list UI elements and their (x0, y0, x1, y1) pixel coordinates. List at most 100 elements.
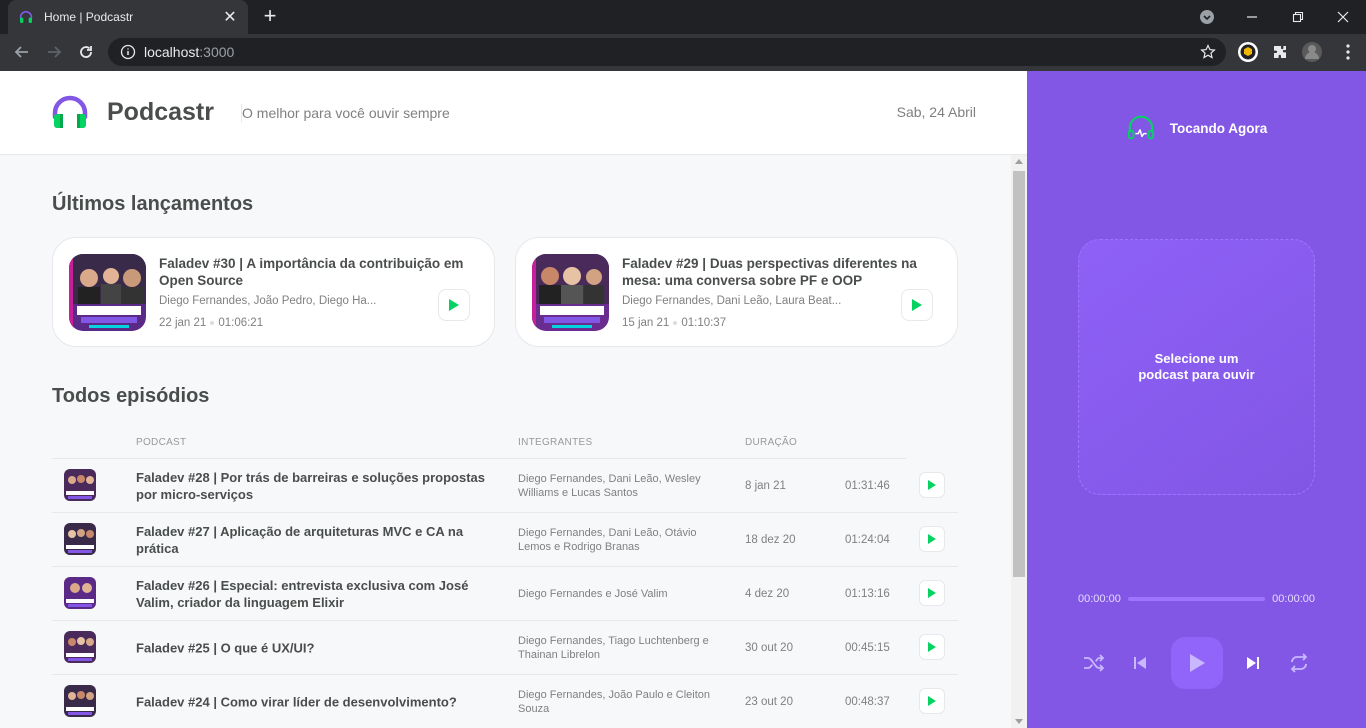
latest-episode-card: Faladev #29 | Duas perspectivas diferent… (515, 237, 958, 347)
column-header-members: INTEGRANTES (518, 437, 593, 448)
latest-episode-duration: 01:10:37 (681, 317, 727, 329)
latest-episode-duration: 01:06:21 (218, 317, 264, 329)
next-button[interactable] (1237, 647, 1269, 679)
latest-episode-members: Diego Fernandes, Dani Leão, Laura Beat..… (622, 295, 842, 307)
close-window-button[interactable] (1320, 0, 1366, 34)
episode-cover-image (64, 631, 96, 663)
episode-title[interactable]: Faladev #25 | O que é UX/UI? (136, 639, 496, 656)
episode-cover-image (64, 469, 96, 501)
episode-date: 8 jan 21 (745, 479, 786, 492)
play-icon (449, 299, 459, 311)
table-row: Faladev #25 | O que é UX/UI? Diego Ferna… (52, 621, 958, 675)
extension-cube-icon (1238, 42, 1258, 62)
tab-title: Home | Podcastr (44, 10, 134, 24)
episode-title[interactable]: Faladev #26 | Especial: entrevista exclu… (136, 577, 496, 611)
scroll-up-arrow-icon[interactable] (1015, 159, 1023, 164)
reload-button[interactable] (72, 38, 100, 66)
episode-date: 23 out 20 (745, 695, 793, 708)
column-header-duration: DURAÇÃO (745, 437, 798, 448)
avatar-icon (1302, 42, 1322, 62)
separator-dot (210, 320, 215, 325)
new-tab-button[interactable]: + (258, 4, 282, 28)
episode-members: Diego Fernandes, Dani Leão, Wesley Willi… (518, 472, 701, 499)
latest-episode-date: 22 jan 21 (159, 317, 207, 329)
extension-button[interactable] (1236, 40, 1260, 64)
skip-back-icon (1134, 657, 1147, 669)
play-episode-button[interactable] (919, 526, 945, 552)
info-icon[interactable] (120, 44, 136, 60)
episode-cover-image (64, 685, 96, 717)
arrow-right-icon (48, 46, 62, 58)
extensions-button[interactable] (1268, 40, 1292, 64)
latest-episode-meta: 15 jan 21 01:10:37 (622, 317, 726, 329)
play-icon (928, 696, 936, 706)
column-header-podcast: PODCAST (136, 437, 187, 448)
latest-episode-title[interactable]: Faladev #30 | A importância da contribui… (159, 255, 479, 289)
episode-members: Diego Fernandes, Tiago Luchtenberg e Tha… (518, 634, 709, 661)
more-vertical-icon (1346, 44, 1350, 60)
play-episode-button[interactable] (919, 688, 945, 714)
total-time: 00:00:00 (1272, 593, 1315, 605)
browser-tab[interactable]: Home | Podcastr ✕ (8, 0, 248, 34)
url-host: localhost (144, 44, 200, 60)
back-button[interactable] (8, 38, 36, 66)
close-tab-icon[interactable]: ✕ (222, 7, 238, 27)
play-icon (928, 534, 936, 544)
episode-date: 18 dez 20 (745, 533, 796, 546)
play-episode-button[interactable] (438, 289, 470, 321)
episode-cover-image (69, 254, 146, 331)
play-icon (1189, 654, 1205, 672)
headphones-icon (19, 10, 33, 23)
table-row: Faladev #24 | Como virar líder de desenv… (52, 675, 958, 728)
browser-toolbar: localhost:3000 (0, 34, 1366, 71)
repeat-button[interactable] (1283, 647, 1315, 679)
all-episodes-title: Todos episódios (52, 385, 210, 407)
episode-thumbnail (64, 523, 96, 555)
restore-icon (1292, 11, 1304, 23)
scrollbar-thumb[interactable] (1013, 171, 1025, 577)
episode-duration: 00:48:37 (845, 695, 890, 708)
play-episode-button[interactable] (919, 472, 945, 498)
play-icon (928, 642, 936, 652)
episode-duration: 01:13:16 (845, 587, 890, 600)
scroll-down-arrow-icon[interactable] (1015, 719, 1023, 724)
minimize-icon (1247, 16, 1257, 18)
player-controls (1078, 637, 1315, 689)
forward-button[interactable] (40, 38, 68, 66)
previous-button[interactable] (1124, 647, 1156, 679)
empty-player-text: Selecione um podcast para ouvir (1138, 351, 1255, 382)
bookmark-star-icon[interactable] (1200, 44, 1216, 60)
play-icon (912, 299, 922, 311)
browser-menu-button[interactable] (1336, 40, 1360, 64)
episode-title[interactable]: Faladev #27 | Aplicação de arquiteturas … (136, 523, 496, 557)
main-scrollbar[interactable] (1011, 155, 1027, 728)
current-time: 00:00:00 (1078, 593, 1121, 605)
skip-forward-icon (1246, 657, 1259, 669)
player-header: Tocando Agora (1027, 113, 1366, 143)
address-bar[interactable]: localhost:3000 (108, 38, 1226, 66)
app: Podcastr O melhor para você ouvir sempre… (0, 71, 1366, 728)
chevron-down-icon (1200, 10, 1214, 24)
table-row: Faladev #27 | Aplicação de arquiteturas … (52, 513, 958, 567)
episode-title[interactable]: Faladev #28 | Por trás de barreiras e so… (136, 469, 496, 503)
episode-thumbnail (64, 685, 96, 717)
progress-slider[interactable] (1127, 597, 1266, 601)
play-episode-button[interactable] (919, 580, 945, 606)
app-header: Podcastr O melhor para você ouvir sempre… (0, 71, 1027, 155)
episode-duration: 00:45:15 (845, 641, 890, 654)
restore-button[interactable] (1275, 0, 1321, 34)
play-episode-button[interactable] (901, 289, 933, 321)
tab-search-button[interactable] (1184, 0, 1230, 34)
shuffle-button[interactable] (1078, 647, 1110, 679)
profile-avatar[interactable] (1300, 40, 1324, 64)
episode-title[interactable]: Faladev #24 | Como virar líder de desenv… (136, 693, 496, 710)
play-pause-button[interactable] (1170, 637, 1223, 689)
episode-thumbnail (69, 254, 146, 331)
minimize-button[interactable] (1229, 0, 1275, 34)
episode-members: Diego Fernandes, Dani Leão, Otávio Lemos… (518, 526, 697, 553)
play-episode-button[interactable] (919, 634, 945, 660)
latest-episode-title[interactable]: Faladev #29 | Duas perspectivas diferent… (622, 255, 942, 289)
table-row: Faladev #28 | Por trás de barreiras e so… (52, 459, 958, 513)
latest-episode-meta: 22 jan 21 01:06:21 (159, 317, 263, 329)
url-port: :3000 (199, 44, 235, 60)
